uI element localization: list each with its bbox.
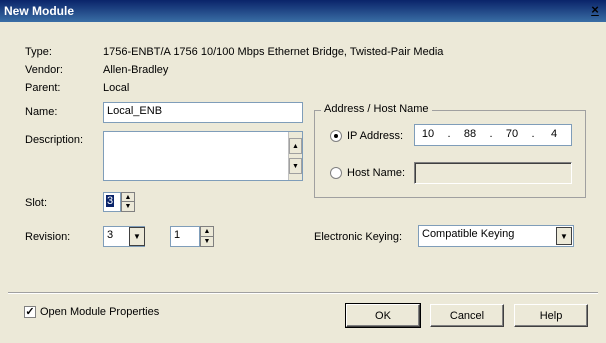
slot-label: Slot:: [25, 197, 48, 209]
slot-input[interactable]: 3: [103, 192, 121, 212]
revision-major-value: 3: [107, 229, 114, 241]
electronic-keying-select[interactable]: Compatible Keying: [418, 225, 574, 247]
slot-down-icon[interactable]: ▼: [122, 202, 134, 211]
electronic-keying-value: Compatible Keying: [422, 228, 515, 240]
ip-address-radio[interactable]: [330, 130, 342, 142]
ip-dot-3: .: [531, 128, 535, 140]
electronic-keying-dropdown-icon[interactable]: ▼: [556, 227, 572, 245]
ok-button-label: OK: [375, 309, 391, 322]
ip-address-label: IP Address:: [347, 130, 404, 142]
revision-label: Revision:: [25, 231, 71, 243]
parent-value: Local: [103, 82, 130, 94]
vendor-value: Allen-Bradley: [103, 64, 169, 76]
type-label: Type:: [25, 46, 52, 58]
vendor-label: Vendor:: [25, 64, 63, 76]
revision-up-icon[interactable]: ▲: [201, 227, 213, 237]
check-icon: ✓: [25, 306, 35, 318]
host-name-input[interactable]: [414, 162, 572, 184]
name-input[interactable]: Local_ENB: [103, 102, 303, 123]
footer-separator: [8, 292, 598, 294]
electronic-keying-label: Electronic Keying:: [314, 231, 403, 243]
ip-octet-3: 70: [505, 128, 519, 140]
ip-address-input[interactable]: 10 . 88 . 70 . 4: [414, 124, 572, 146]
parent-label: Parent:: [25, 82, 61, 94]
ip-radio-dot: [334, 134, 338, 138]
new-module-dialog: New Module × Type: 1756-ENBT/A 1756 10/1…: [0, 0, 606, 343]
revision-minor-spinner[interactable]: ▲ ▼: [200, 226, 214, 247]
ip-dot-2: .: [489, 128, 493, 140]
open-module-properties-label: Open Module Properties: [40, 306, 160, 318]
help-button-label: Help: [539, 309, 563, 322]
address-group-label: Address / Host Name: [321, 103, 432, 115]
slot-up-icon[interactable]: ▲: [122, 193, 134, 202]
slot-value: 3: [106, 195, 115, 207]
ip-octet-1: 10: [421, 128, 435, 140]
host-name-radio[interactable]: [330, 167, 342, 179]
ok-button[interactable]: OK: [345, 303, 421, 328]
description-label: Description:: [25, 134, 84, 146]
title-bar[interactable]: New Module ×: [0, 0, 606, 22]
slot-spinner[interactable]: ▲ ▼: [121, 192, 135, 212]
ip-dot-1: .: [447, 128, 451, 140]
scroll-down-icon[interactable]: ▼: [289, 158, 302, 174]
close-button[interactable]: ×: [588, 3, 602, 17]
name-input-value: Local_ENB: [107, 105, 163, 117]
revision-major-dropdown-icon[interactable]: ▼: [129, 227, 145, 246]
window-title: New Module: [4, 4, 75, 18]
ip-octet-4: 4: [550, 128, 558, 140]
scroll-up-icon[interactable]: ▲: [289, 138, 302, 154]
name-label: Name:: [25, 106, 58, 118]
description-textarea[interactable]: ▲ ▼: [103, 131, 303, 181]
cancel-button[interactable]: Cancel: [430, 304, 504, 327]
host-name-label: Host Name:: [347, 167, 406, 179]
open-module-properties-checkbox[interactable]: ✓: [24, 306, 36, 318]
type-value: 1756-ENBT/A 1756 10/100 Mbps Ethernet Br…: [103, 46, 444, 58]
ip-octet-2: 88: [463, 128, 477, 140]
revision-down-icon[interactable]: ▼: [201, 237, 213, 247]
description-scrollbar[interactable]: ▲ ▼: [288, 132, 302, 180]
revision-minor-value: 1: [174, 229, 181, 241]
revision-minor-input[interactable]: 1: [170, 226, 200, 247]
help-button[interactable]: Help: [514, 304, 588, 327]
cancel-button-label: Cancel: [449, 309, 485, 322]
